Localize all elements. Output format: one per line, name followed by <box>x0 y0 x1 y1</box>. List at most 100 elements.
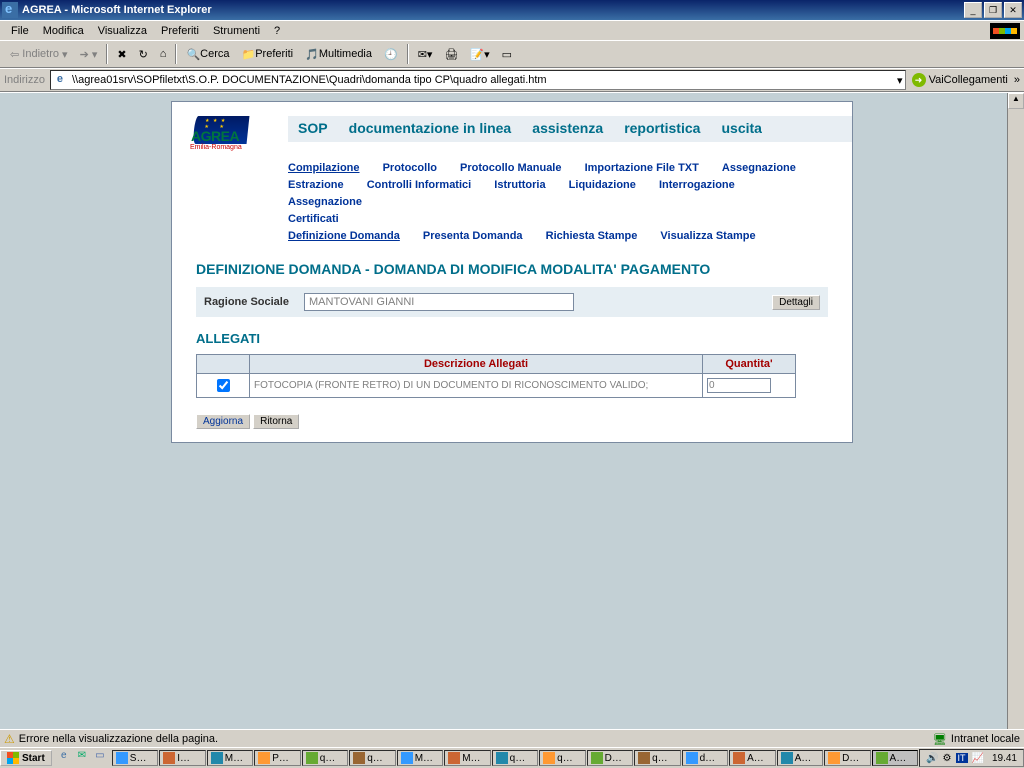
link-richiesta-stampe[interactable]: Richiesta Stampe <box>546 230 638 242</box>
task-label: q… <box>652 753 668 764</box>
taskbar-task[interactable]: A… <box>729 750 775 766</box>
taskbar-task[interactable]: M… <box>444 750 490 766</box>
back-button[interactable]: ⇦ Indietro ▾ <box>4 46 74 63</box>
favorites-button[interactable]: 📁Preferiti <box>236 46 300 63</box>
link-assegnazione[interactable]: Assegnazione <box>722 162 796 174</box>
link-estrazione[interactable]: Estrazione <box>288 179 344 191</box>
address-dropdown-icon[interactable]: ▾ <box>897 74 903 87</box>
link-liquidazione[interactable]: Liquidazione <box>569 179 636 191</box>
taskbar-task[interactable]: I… <box>159 750 205 766</box>
page-title: DEFINIZIONE DOMANDA - DOMANDA DI MODIFIC… <box>196 261 852 277</box>
link-controlli[interactable]: Controlli Informatici <box>367 179 472 191</box>
taskbar-task[interactable]: D… <box>587 750 633 766</box>
search-button[interactable]: 🔍Cerca <box>180 46 235 63</box>
row-checkbox[interactable] <box>217 379 230 392</box>
link-importazione[interactable]: Importazione File TXT <box>585 162 699 174</box>
maximize-button[interactable]: ❐ <box>984 2 1002 18</box>
taskbar-task[interactable]: M… <box>397 750 443 766</box>
language-indicator[interactable]: IT <box>956 753 968 763</box>
links-label[interactable]: Collegamenti <box>944 74 1008 86</box>
minimize-button[interactable]: _ <box>964 2 982 18</box>
taskbar-task[interactable]: q… <box>492 750 538 766</box>
nav-reportistica[interactable]: reportistica <box>624 120 700 136</box>
address-input[interactable] <box>70 73 897 87</box>
taskbar-task[interactable]: D… <box>824 750 870 766</box>
edit-button[interactable]: 📝▾ <box>464 46 495 63</box>
start-button[interactable]: Start <box>0 750 52 766</box>
close-button[interactable]: ✕ <box>1004 2 1022 18</box>
taskbar-task[interactable]: S… <box>112 750 158 766</box>
taskbar-task[interactable]: q… <box>349 750 395 766</box>
start-label: Start <box>22 753 45 764</box>
link-visualizza-stampe[interactable]: Visualizza Stampe <box>660 230 755 242</box>
link-assegnazione2[interactable]: Assegnazione <box>288 196 362 208</box>
nav-uscita[interactable]: uscita <box>722 120 762 136</box>
home-button[interactable]: ⌂ <box>154 46 173 62</box>
tray-icon[interactable]: ⚙ <box>943 753 952 764</box>
ie-icon <box>2 2 18 18</box>
taskbar-task[interactable]: P… <box>254 750 300 766</box>
back-label: Indietro <box>22 48 59 60</box>
task-label: P… <box>272 753 289 764</box>
link-interrogazione[interactable]: Interrogazione <box>659 179 735 191</box>
multimedia-button[interactable]: 🎵Multimedia <box>299 46 378 63</box>
scroll-up-icon[interactable]: ▲ <box>1008 93 1024 109</box>
task-app-icon <box>828 752 840 764</box>
ql-desktop-icon[interactable]: ▭ <box>92 750 108 766</box>
menu-file[interactable]: File <box>4 23 36 39</box>
nav-documentazione[interactable]: documentazione in linea <box>349 120 512 136</box>
taskbar-task[interactable]: d… <box>682 750 728 766</box>
aggiorna-button[interactable]: Aggiorna <box>196 414 250 429</box>
link-protocollo-manuale[interactable]: Protocollo Manuale <box>460 162 561 174</box>
ritorna-button[interactable]: Ritorna <box>253 414 299 429</box>
link-presenta-domanda[interactable]: Presenta Domanda <box>423 230 523 242</box>
taskbar-task[interactable]: q… <box>634 750 680 766</box>
row-quantita-input[interactable] <box>707 378 771 393</box>
task-label: A… <box>795 753 812 764</box>
link-definizione-domanda[interactable]: Definizione Domanda <box>288 230 400 242</box>
vertical-scrollbar[interactable]: ▲ ▼ <box>1007 93 1024 758</box>
task-app-icon <box>781 752 793 764</box>
print-button[interactable]: 🖨 <box>438 46 464 63</box>
taskbar-task[interactable]: A… <box>872 750 918 766</box>
multimedia-label: Multimedia <box>319 48 372 60</box>
discuss-button[interactable]: ▭ <box>496 46 518 63</box>
back-arrow-icon: ⇦ <box>10 48 19 61</box>
menu-preferiti[interactable]: Preferiti <box>154 23 206 39</box>
refresh-button[interactable]: ↻ <box>133 46 154 63</box>
link-istruttoria[interactable]: Istruttoria <box>494 179 545 191</box>
dettagli-button[interactable]: Dettagli <box>772 295 820 310</box>
menu-strumenti[interactable]: Strumenti <box>206 23 267 39</box>
task-app-icon <box>401 752 413 764</box>
multimedia-icon: 🎵 <box>305 48 319 61</box>
tray-icon[interactable]: 📈 <box>972 753 984 764</box>
go-button[interactable]: ➜ Vai <box>912 73 944 87</box>
allegati-table: Descrizione Allegati Quantita' FOTOCOPIA… <box>196 354 796 398</box>
forward-button[interactable]: ➔ ▾ <box>74 46 104 63</box>
links-chevron-icon[interactable]: » <box>1014 74 1020 86</box>
tray-icon[interactable]: 🔊 <box>926 753 938 764</box>
ql-ie-icon[interactable]: e <box>56 750 72 766</box>
taskbar-task[interactable]: q… <box>539 750 585 766</box>
menu-help[interactable]: ? <box>267 23 287 39</box>
mail-button[interactable]: ✉▾ <box>412 46 439 63</box>
ragione-sociale-row: Ragione Sociale Dettagli <box>196 287 828 317</box>
ragione-input[interactable] <box>304 293 574 311</box>
menu-visualizza[interactable]: Visualizza <box>91 23 154 39</box>
nav-assistenza[interactable]: assistenza <box>532 120 603 136</box>
address-bar: Indirizzo e ▾ ➜ Vai Collegamenti » <box>0 68 1024 92</box>
taskbar-task[interactable]: A… <box>777 750 823 766</box>
taskbar-task[interactable]: q… <box>302 750 348 766</box>
favorites-icon: 📁 <box>242 48 256 61</box>
menu-modifica[interactable]: Modifica <box>36 23 91 39</box>
taskbar-task[interactable]: M… <box>207 750 253 766</box>
link-compilazione[interactable]: Compilazione <box>288 162 360 174</box>
ql-outlook-icon[interactable]: ✉ <box>74 750 90 766</box>
stop-button[interactable]: ✖ <box>111 46 132 63</box>
logo-text: AGREA <box>191 128 239 144</box>
nav-sop[interactable]: SOP <box>298 120 328 136</box>
link-protocollo[interactable]: Protocollo <box>383 162 437 174</box>
browser-viewport: ▲ ▼ ★ ★ ★★ ★ AGREA Emilia-Romagna SOP do… <box>0 92 1024 758</box>
link-certificati[interactable]: Certificati <box>288 213 339 225</box>
history-button[interactable]: 🕘 <box>378 46 404 63</box>
